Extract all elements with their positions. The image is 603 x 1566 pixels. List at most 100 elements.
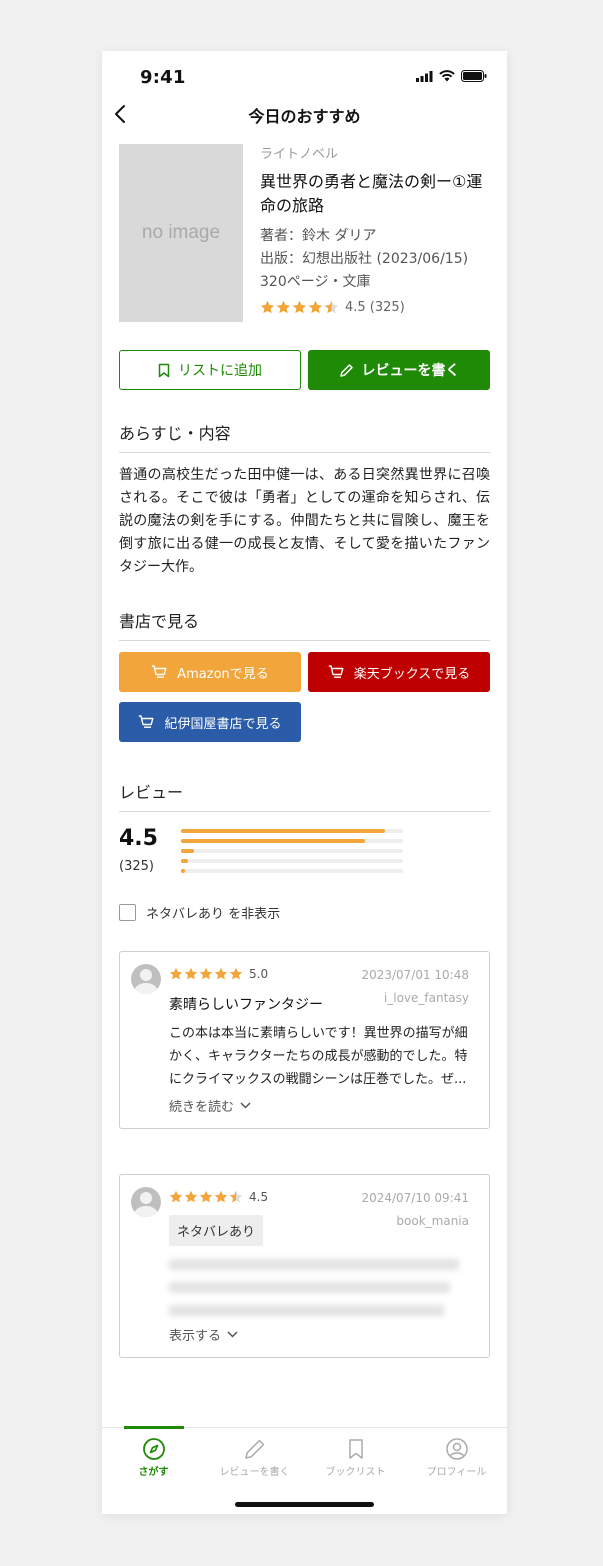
compass-icon — [142, 1438, 165, 1460]
tab-profile[interactable]: プロフィール — [406, 1437, 507, 1478]
review-date: 2024/07/10 09:41 — [361, 1191, 469, 1205]
pencil-icon — [244, 1439, 264, 1459]
write-review-button[interactable]: レビューを書く — [308, 350, 490, 390]
book-author: 著者：鈴木 ダリア — [260, 228, 377, 244]
star-icon — [276, 300, 291, 314]
bookmark-icon — [348, 1439, 363, 1459]
book-rating: 4.5 (325) — [260, 300, 495, 315]
review-rating-text: 4.5 — [249, 1190, 269, 1204]
star-rating — [260, 300, 339, 315]
cart-icon — [152, 665, 167, 678]
star-icon — [199, 967, 213, 980]
phone-screen: 9:41 今日のおすすめ no image ライトノベル 異世界の勇者と魔法の剣… — [102, 51, 507, 1514]
pencil-icon — [339, 363, 353, 377]
synopsis-heading: あらすじ・内容 — [119, 420, 490, 453]
cart-icon — [139, 715, 154, 728]
stores-heading: 書店で見る — [119, 608, 490, 641]
review-rating-text: 5.0 — [249, 967, 269, 981]
rakuten-button[interactable]: 楽天ブックスで見る — [308, 652, 490, 692]
rating-bar-fill — [181, 839, 366, 843]
add-to-list-button[interactable]: リストに追加 — [119, 350, 301, 390]
review-body: この本は本当に素晴らしいです！異世界の描写が細かく、キャラクターたちの成長が感動… — [169, 1026, 468, 1087]
kinokuniya-button[interactable]: 紀伊国屋書店で見る — [119, 702, 301, 742]
star-rating — [169, 1190, 243, 1204]
spoiler-badge: ネタバレあり — [169, 1215, 264, 1246]
tab-booklist[interactable]: ブックリスト — [305, 1437, 406, 1478]
rating-bar-fill — [181, 859, 188, 863]
book-meta: ライトノベル 異世界の勇者と魔法の剣ー①運命の旅路 著者：鈴木 ダリア 出版：幻… — [260, 146, 495, 315]
book-format: 320ページ・文庫 — [260, 274, 371, 290]
rating-text: 4.5 (325) — [345, 300, 405, 315]
book-genre: ライトノベル — [260, 147, 339, 162]
chevron-down-icon — [240, 1102, 251, 1109]
review-user: book_mania — [396, 1214, 469, 1228]
star-rating — [169, 967, 243, 981]
book-details: 著者：鈴木 ダリア 出版：幻想出版社 (2023/06/15) 320ページ・文… — [260, 225, 495, 294]
rating-bar-4 — [181, 839, 403, 843]
star-icon — [184, 1190, 198, 1203]
star-icon — [292, 300, 307, 314]
rating-bar-fill — [181, 829, 386, 833]
review-card: 5.0 2023/07/01 10:48 i_love_fantasy 素晴らし… — [119, 951, 490, 1129]
status-icons — [416, 70, 487, 82]
rating-bar-1 — [181, 869, 403, 873]
star-icon — [169, 1190, 183, 1203]
tab-write-review[interactable]: レビューを書く — [204, 1437, 305, 1478]
read-more-link[interactable]: 続きを読む — [169, 1096, 251, 1115]
show-spoiler-label: 表示する — [169, 1329, 222, 1344]
hide-spoilers-toggle[interactable]: ネタバレあり を非表示 — [119, 903, 280, 922]
rating-bar-5 — [181, 829, 403, 833]
home-indicator — [235, 1502, 374, 1507]
tab-profile-label: プロフィール — [426, 1467, 487, 1478]
amazon-label: Amazonで見る — [177, 666, 269, 682]
rakuten-label: 楽天ブックスで見る — [353, 666, 471, 682]
rating-bar-3 — [181, 849, 403, 853]
review-count: (325) — [119, 859, 154, 874]
star-icon — [260, 300, 275, 314]
tab-search[interactable]: さがす — [103, 1437, 204, 1478]
user-circle-icon — [445, 1438, 468, 1460]
bookmark-icon — [158, 363, 170, 377]
review-rating: 5.0 — [169, 967, 268, 981]
rating-bar-fill — [181, 869, 186, 873]
tab-write-review-label: レビューを書く — [219, 1467, 290, 1478]
blurred-review-body — [169, 1253, 474, 1316]
avatar — [131, 1187, 161, 1217]
write-review-label: レビューを書く — [361, 363, 460, 379]
hide-spoilers-label: ネタバレあり を非表示 — [146, 907, 281, 922]
star-icon — [214, 1190, 228, 1203]
star-icon — [324, 300, 339, 314]
star-icon — [229, 1190, 243, 1203]
synopsis-text: 普通の高校生だった田中健一は、ある日突然異世界に召喚される。そこで彼は「勇者」と… — [119, 467, 490, 575]
show-spoiler-link[interactable]: 表示する — [169, 1325, 238, 1344]
status-time: 9:41 — [140, 67, 186, 88]
rating-bar-2 — [181, 859, 403, 863]
star-icon — [229, 967, 243, 980]
star-icon — [214, 967, 228, 980]
reviews-heading: レビュー — [119, 779, 490, 812]
read-more-label: 続きを読む — [169, 1100, 235, 1115]
review-user: i_love_fantasy — [383, 991, 469, 1005]
book-publisher: 出版：幻想出版社 (2023/06/15) — [260, 251, 469, 267]
review-rating: 4.5 — [169, 1190, 268, 1204]
wifi-icon — [439, 70, 455, 82]
book-title: 異世界の勇者と魔法の剣ー①運命の旅路 — [260, 172, 483, 215]
page-title: 今日のおすすめ — [248, 107, 361, 126]
review-date: 2023/07/01 10:48 — [361, 968, 469, 982]
signal-icon — [416, 70, 433, 82]
review-title: 素晴らしいファンタジー — [169, 997, 323, 1013]
tab-booklist-label: ブックリスト — [325, 1467, 386, 1478]
star-icon — [169, 967, 183, 980]
review-card: 4.5 2024/07/10 09:41 book_mania ネタバレあり 表… — [119, 1174, 490, 1358]
hide-spoilers-checkbox[interactable] — [119, 904, 136, 921]
chevron-down-icon — [227, 1331, 238, 1338]
avatar — [131, 964, 161, 994]
battery-icon — [461, 70, 487, 82]
book-cover: no image — [119, 144, 243, 322]
add-to-list-label: リストに追加 — [178, 363, 262, 379]
star-icon — [199, 1190, 213, 1203]
active-tab-indicator — [124, 1426, 184, 1429]
amazon-button[interactable]: Amazonで見る — [119, 652, 301, 692]
average-rating: 4.5 — [119, 826, 158, 851]
rating-distribution — [181, 829, 403, 879]
